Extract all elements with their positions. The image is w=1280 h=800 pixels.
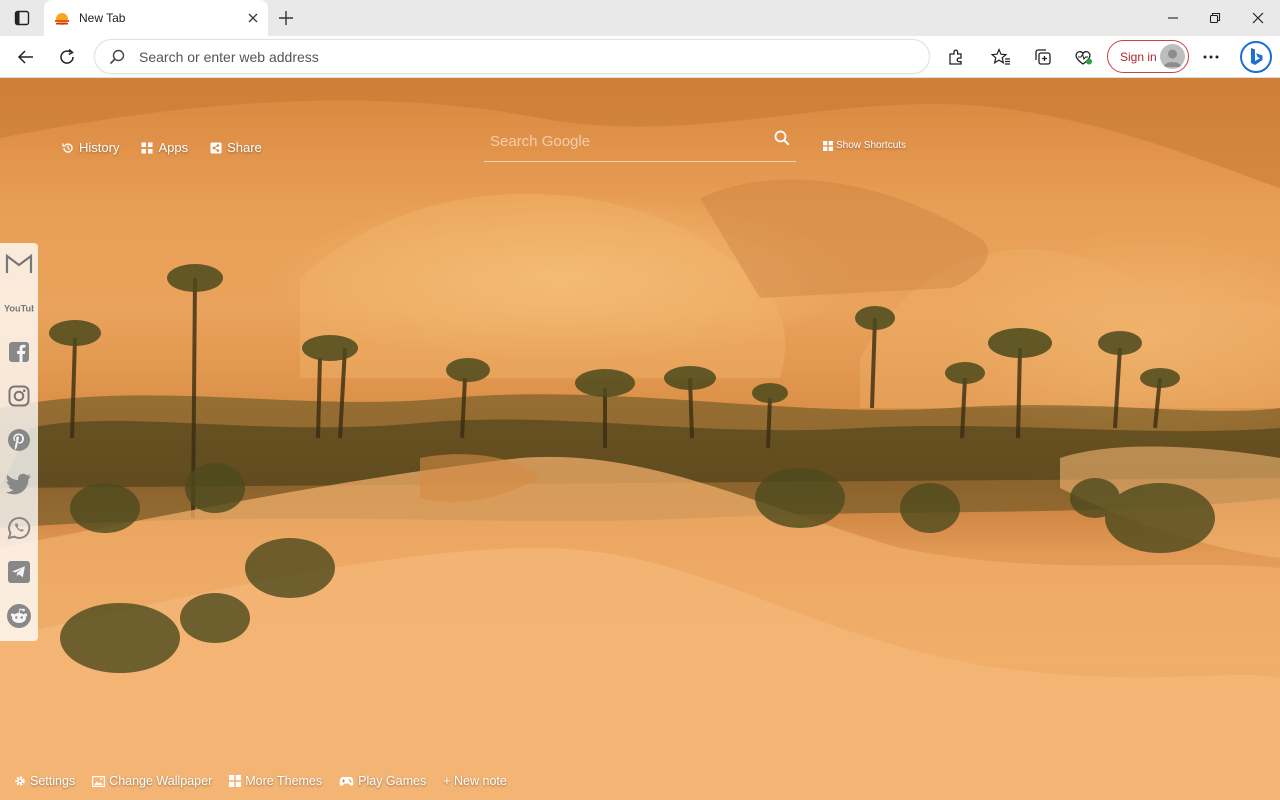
more-icon <box>1203 55 1219 59</box>
bing-copilot-button[interactable] <box>1240 41 1272 73</box>
sign-in-button[interactable]: Sign in <box>1107 40 1189 73</box>
address-bar[interactable] <box>94 39 930 74</box>
search-icon <box>109 49 125 64</box>
google-search-input[interactable] <box>490 130 760 152</box>
google-search-button[interactable] <box>772 128 792 148</box>
pinterest-link[interactable] <box>4 425 34 455</box>
tab-strip: New Tab <box>0 0 1280 36</box>
search-icon <box>774 130 790 146</box>
play-games-label: Play Games <box>358 774 427 788</box>
whatsapp-link[interactable] <box>4 513 34 543</box>
apps-grid-icon <box>141 142 153 153</box>
show-shortcuts-button[interactable]: Show Shortcuts <box>823 140 906 151</box>
bottom-bar: Settings Change Wallpaper More Themes Pl… <box>14 774 507 788</box>
youtube-icon: YouTube <box>4 303 34 313</box>
instagram-icon <box>8 385 30 407</box>
share-label: Share <box>227 140 262 155</box>
new-tab-page: History Apps Share Show Shortcuts YouTub… <box>0 78 1280 800</box>
browser-toolbar: Sign in <box>0 36 1280 78</box>
new-note-label: + New note <box>443 774 507 788</box>
play-games-link[interactable]: Play Games <box>339 774 426 788</box>
instagram-link[interactable] <box>4 381 34 411</box>
whatsapp-icon <box>7 516 31 540</box>
gamepad-icon <box>339 776 354 786</box>
reddit-link[interactable] <box>4 601 34 631</box>
plus-icon <box>279 11 293 25</box>
new-note-link[interactable]: + New note <box>443 774 507 788</box>
settings-label: Settings <box>30 774 76 788</box>
refresh-button[interactable] <box>55 45 79 69</box>
pinterest-icon <box>8 429 30 451</box>
facebook-icon <box>9 342 29 362</box>
minimize-button[interactable] <box>1164 9 1182 27</box>
favorites-icon <box>991 48 1010 65</box>
top-links: History Apps Share <box>62 140 262 155</box>
back-button[interactable] <box>14 45 38 69</box>
tab-actions-icon <box>14 10 30 26</box>
telegram-icon <box>8 561 30 583</box>
grid-icon <box>229 775 242 787</box>
social-sidebar: YouTube <box>0 243 38 641</box>
collections-button[interactable] <box>1031 45 1055 69</box>
change-wallpaper-link[interactable]: Change Wallpaper <box>92 774 212 788</box>
tab-title: New Tab <box>79 11 126 25</box>
favorites-button[interactable] <box>989 45 1013 69</box>
sign-in-label: Sign in <box>1120 49 1157 64</box>
restore-button[interactable] <box>1206 9 1224 27</box>
gear-icon <box>15 776 25 786</box>
more-themes-label: More Themes <box>245 774 323 788</box>
tab-close-icon[interactable] <box>246 11 260 25</box>
image-icon <box>92 775 106 787</box>
minimize-icon <box>1168 17 1178 19</box>
gmail-icon <box>5 253 33 273</box>
avatar <box>1160 44 1185 69</box>
share-link[interactable]: Share <box>210 140 262 155</box>
extensions-icon <box>949 49 962 65</box>
google-search-box <box>484 120 796 162</box>
browser-essentials-button[interactable] <box>1072 45 1096 69</box>
address-input[interactable] <box>139 48 899 65</box>
share-icon <box>210 142 222 153</box>
show-shortcuts-label: Show Shortcuts <box>836 140 907 151</box>
extensions-button[interactable] <box>944 45 968 69</box>
twitter-link[interactable] <box>4 469 34 499</box>
history-icon <box>62 142 73 153</box>
bing-copilot-icon <box>1251 48 1263 65</box>
sunset-favicon-icon <box>54 10 70 26</box>
settings-link[interactable]: Settings <box>14 774 75 788</box>
restore-icon <box>1209 12 1221 24</box>
twitter-icon <box>6 473 31 495</box>
more-themes-link[interactable]: More Themes <box>229 774 322 788</box>
close-icon <box>1252 12 1264 24</box>
apps-link[interactable]: Apps <box>141 140 188 155</box>
collections-icon <box>1035 49 1051 65</box>
browser-essentials-icon <box>1075 51 1092 65</box>
back-icon <box>17 50 33 64</box>
more-button[interactable] <box>1199 45 1223 69</box>
facebook-link[interactable] <box>4 337 34 367</box>
grid-icon <box>823 140 833 151</box>
change-wallpaper-label: Change Wallpaper <box>109 774 213 788</box>
close-window-button[interactable] <box>1249 9 1267 27</box>
telegram-link[interactable] <box>4 557 34 587</box>
reddit-icon <box>7 604 31 628</box>
youtube-logo-text: YouTube <box>4 303 34 313</box>
refresh-icon <box>60 48 74 64</box>
youtube-link[interactable]: YouTube <box>4 293 34 323</box>
history-label: History <box>79 140 120 155</box>
apps-label: Apps <box>158 140 189 155</box>
tab-new-tab[interactable]: New Tab <box>44 0 268 36</box>
desert-wallpaper <box>0 78 1280 800</box>
gmail-link[interactable] <box>4 249 34 279</box>
new-tab-button[interactable] <box>276 8 296 28</box>
tab-actions-button[interactable] <box>10 7 34 29</box>
history-link[interactable]: History <box>62 140 119 155</box>
